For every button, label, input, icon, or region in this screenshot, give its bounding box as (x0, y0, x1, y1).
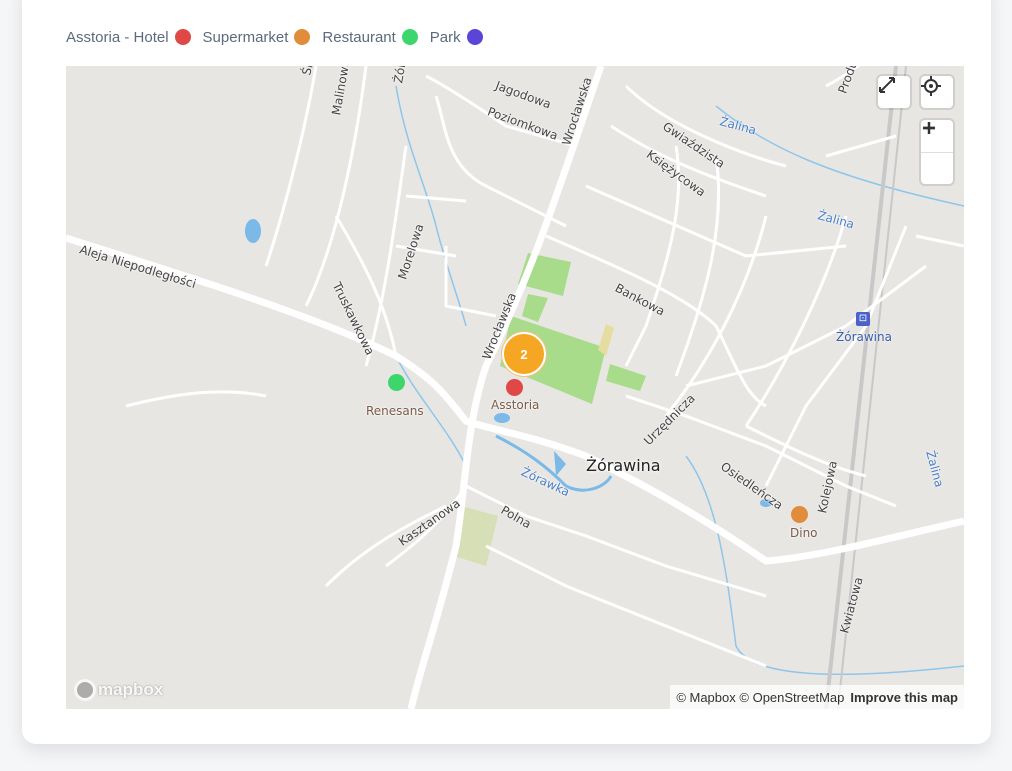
legend-dot (466, 29, 483, 45)
station-label: Żórawina (836, 330, 892, 344)
zoom-control (921, 120, 953, 184)
marker-supermarket[interactable] (791, 506, 808, 523)
sand-area (598, 324, 614, 356)
marker-hotel[interactable] (506, 379, 523, 396)
park-area (606, 364, 646, 391)
mapbox-attribution-link[interactable]: © Mapbox (676, 690, 735, 705)
zoom-out-button[interactable] (921, 126, 953, 184)
legend-dot (401, 29, 418, 45)
attribution: © Mapbox © OpenStreetMap Improve this ma… (670, 685, 964, 709)
marker-restaurant[interactable] (388, 374, 405, 391)
minus-icon (923, 126, 935, 130)
legend-item-restaurant[interactable]: Restaurant (322, 28, 418, 46)
legend-item-supermarket[interactable]: Supermarket (203, 29, 311, 46)
legend-label: Supermarket (202, 28, 289, 46)
legend: Asstoria - Hotel Supermarket Restaurant … (66, 26, 495, 48)
mapbox-logo-text: mapbox (98, 680, 164, 699)
legend-item-hotel[interactable]: Asstoria - Hotel (66, 29, 191, 46)
marker-label: Dino (790, 526, 818, 540)
mapbox-logo[interactable]: mapbox (74, 679, 163, 701)
train-station-icon: ⊡ (856, 312, 870, 326)
osm-attribution-link[interactable]: © OpenStreetMap (739, 690, 844, 705)
marker-label: Asstoria (491, 398, 540, 412)
cluster-marker[interactable]: 2 (502, 332, 546, 376)
geolocate-button[interactable] (921, 76, 953, 108)
town-label: Żórawina (586, 456, 661, 475)
legend-dot (174, 29, 191, 45)
geolocate-icon (921, 76, 941, 96)
map-canvas[interactable]: Śliwk Malinowa Żór Jagodowa Poziomkowa W… (66, 66, 964, 709)
mapbox-logo-icon (74, 679, 96, 701)
legend-dot (294, 29, 311, 45)
legend-item-park[interactable]: Park (430, 29, 483, 46)
park-area (522, 294, 548, 322)
fullscreen-icon (879, 77, 895, 93)
fullscreen-button[interactable] (878, 76, 910, 108)
legend-label: Park (429, 28, 461, 46)
improve-map-link[interactable]: Improve this map (850, 690, 958, 705)
marker-label: Renesans (366, 404, 424, 418)
legend-label: Restaurant (322, 28, 396, 46)
legend-label: Asstoria - Hotel (66, 28, 169, 46)
